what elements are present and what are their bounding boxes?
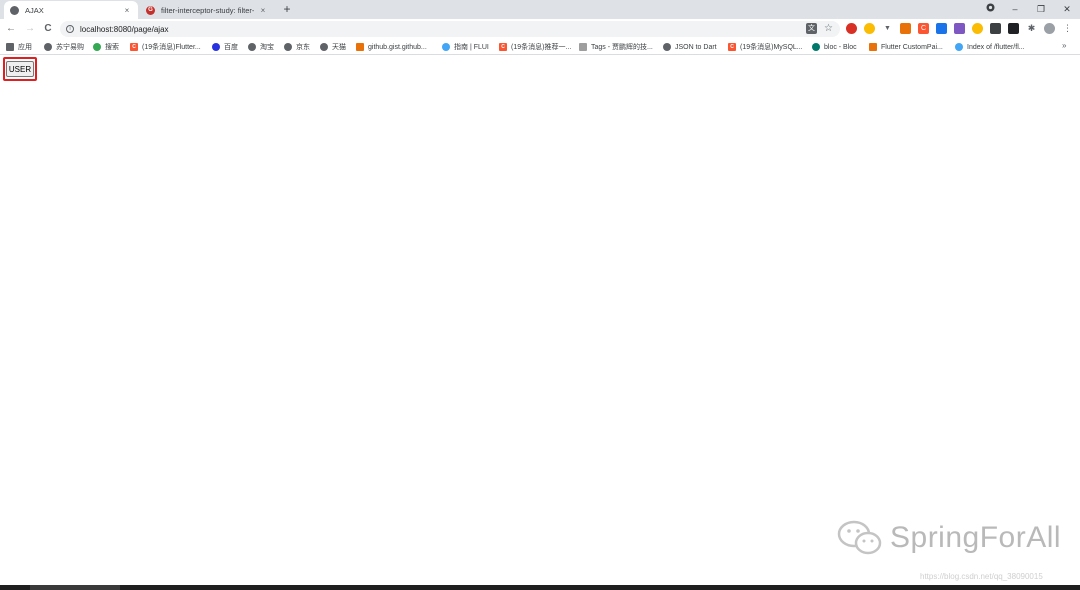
bookmark-item[interactable]: 指南 | FLUI: [442, 41, 489, 53]
bookmark-label: 搜索: [105, 44, 119, 51]
bookmark-item[interactable]: Flutter CustomPai...: [869, 41, 943, 53]
tab-filter-interceptor[interactable]: G filter-interceptor-study: filter-i ×: [140, 1, 274, 19]
tab-title: AJAX: [25, 5, 44, 15]
filter-icon[interactable]: ▼: [882, 23, 893, 34]
extension-purple-icon[interactable]: [954, 23, 965, 34]
extension-dark-icon[interactable]: [1008, 23, 1019, 34]
wechat-icon: [837, 520, 882, 555]
site-info-icon[interactable]: i: [66, 25, 74, 33]
bookmark-label: Flutter CustomPai...: [881, 43, 943, 51]
close-icon[interactable]: ×: [122, 6, 132, 15]
reload-button[interactable]: C: [41, 22, 55, 36]
bookmark-item[interactable]: JSON to Dart: [663, 41, 717, 53]
extension-yellow-icon[interactable]: [972, 23, 983, 34]
forward-button[interactable]: →: [23, 22, 37, 36]
flutter-icon: [955, 43, 963, 51]
csdn-icon: C: [499, 43, 507, 51]
translate-icon[interactable]: 文: [806, 23, 817, 34]
csdn-watermark: https://blog.csdn.net/qq_38090015: [920, 572, 1043, 581]
qr-code-icon[interactable]: [990, 23, 1001, 34]
search-icon: [93, 43, 101, 51]
bookmark-label: (19条消息)Flutter...: [142, 44, 201, 51]
globe-icon: [44, 43, 52, 51]
globe-icon: [248, 43, 256, 51]
bookmark-item[interactable]: 搜索: [93, 41, 119, 53]
taskbar: [0, 585, 1080, 590]
bookmark-item[interactable]: Index of /flutter/fl...: [955, 41, 1025, 53]
address-url: localhost:8080/page/ajax: [80, 24, 169, 34]
bookmark-label: 指南 | FLUI: [454, 44, 489, 51]
tags-icon: [579, 43, 587, 51]
bookmark-label: 京东: [296, 44, 310, 51]
watermark-text: SpringForAll: [890, 521, 1062, 554]
bookmark-label: 淘宝: [260, 44, 274, 51]
bookmark-item[interactable]: bloc - Bloc: [812, 41, 857, 53]
tab-strip: AJAX × G filter-interceptor-study: filte…: [0, 0, 1080, 19]
extension-red-icon[interactable]: [846, 23, 857, 34]
apps-grid-icon: [6, 43, 14, 51]
tab-title: filter-interceptor-study: filter-i: [161, 5, 254, 15]
back-button[interactable]: ←: [4, 22, 18, 36]
globe-icon: [10, 5, 19, 15]
address-bar[interactable]: i localhost:8080/page/ajax: [60, 21, 840, 37]
bookmark-label: 苏宁易购: [56, 44, 84, 51]
bookmark-label: 天猫: [332, 44, 346, 51]
bookmark-label: JSON to Dart: [675, 43, 717, 51]
close-window-button[interactable]: ✕: [1057, 2, 1077, 16]
avatar[interactable]: [1044, 23, 1055, 34]
springforall-watermark: SpringForAll: [836, 518, 1061, 558]
bookmark-apps[interactable]: 应用: [6, 41, 32, 53]
bookmark-item[interactable]: 苏宁易购: [44, 41, 84, 53]
browser-toolbar: ← → C i localhost:8080/page/ajax 文 ☆ ▼ C…: [0, 19, 1080, 39]
bookmark-label: 应用: [18, 44, 32, 51]
maximize-button[interactable]: ❐: [1031, 2, 1051, 16]
bookmark-icon: [869, 43, 877, 51]
bookmark-item[interactable]: 天猫: [320, 41, 346, 53]
bookmark-item[interactable]: C (19条消息)MySQL...: [728, 41, 803, 53]
bookmark-label: github.gist.github...: [368, 43, 427, 51]
profile-dot-icon[interactable]: [980, 2, 1000, 16]
bloc-icon: [812, 43, 820, 51]
bookmarks-overflow-button[interactable]: »: [1062, 41, 1066, 50]
bookmark-item[interactable]: Tags - 贾鹏辉的技...: [579, 41, 653, 53]
bookmark-label: (19条消息)推荐一...: [511, 44, 572, 51]
flutter-icon: [442, 43, 450, 51]
bookmark-item[interactable]: C (19条消息)Flutter...: [130, 41, 201, 53]
user-button[interactable]: USER: [6, 61, 34, 77]
puzzle-icon[interactable]: ✱: [1026, 23, 1037, 34]
bookmark-label: 百度: [224, 44, 238, 51]
bookmark-label: bloc - Bloc: [824, 43, 857, 51]
bookmark-label: Tags - 贾鹏辉的技...: [591, 44, 653, 51]
tab-ajax[interactable]: AJAX ×: [4, 1, 138, 19]
close-icon[interactable]: ×: [258, 6, 268, 15]
bookmark-item[interactable]: 京东: [284, 41, 310, 53]
globe-icon: [663, 43, 671, 51]
csdn-extension-icon[interactable]: C: [918, 23, 929, 34]
bookmark-item[interactable]: 百度: [212, 41, 238, 53]
new-tab-button[interactable]: +: [280, 2, 294, 16]
globe-icon: [320, 43, 328, 51]
bookmark-label: (19条消息)MySQL...: [740, 44, 803, 51]
bookmarks-bar: 应用 苏宁易购 搜索 C (19条消息)Flutter... 百度 淘宝 京东 …: [0, 39, 1080, 55]
bookmark-item[interactable]: github.gist.github...: [356, 41, 427, 53]
bookmark-label: Index of /flutter/fl...: [967, 43, 1025, 51]
baidu-icon: [212, 43, 220, 51]
csdn-icon: C: [130, 43, 138, 51]
extension-orange-icon[interactable]: [900, 23, 911, 34]
csdn-icon: C: [728, 43, 736, 51]
chrome-icon[interactable]: [864, 23, 875, 34]
bookmark-icon: [356, 43, 364, 51]
taskbar-item[interactable]: [30, 585, 120, 590]
star-icon[interactable]: ☆: [823, 23, 834, 34]
minimize-button[interactable]: –: [1005, 2, 1025, 16]
bookmark-item[interactable]: 淘宝: [248, 41, 274, 53]
menu-dots-icon[interactable]: ⋮: [1062, 23, 1073, 34]
globe-icon: [284, 43, 292, 51]
gitee-icon: G: [146, 5, 155, 15]
calendar-icon[interactable]: [936, 23, 947, 34]
bookmark-item[interactable]: C (19条消息)推荐一...: [499, 41, 571, 53]
